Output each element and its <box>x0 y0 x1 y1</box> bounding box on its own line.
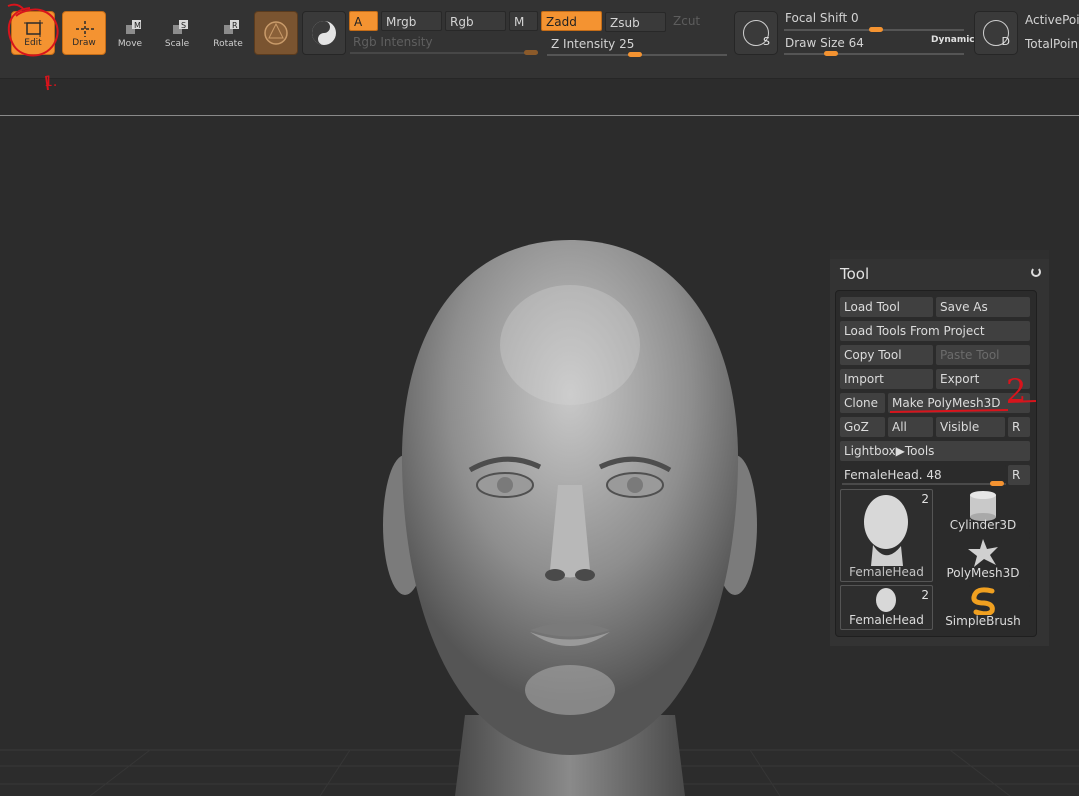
zadd-button[interactable]: Zadd <box>541 11 602 31</box>
active-points-label: ActivePoin <box>1025 13 1079 27</box>
draw-button[interactable]: Draw <box>62 11 106 55</box>
z-intensity-knob[interactable] <box>628 52 642 57</box>
import-button[interactable]: Import <box>840 369 933 389</box>
palette-header-strip[interactable] <box>830 250 1049 259</box>
m-button[interactable]: M <box>509 11 538 31</box>
draw-size-value: 64 <box>848 36 864 50</box>
thumb-label: SimpleBrush <box>945 614 1021 628</box>
focal-shift-label: Focal Shift 0 <box>785 11 859 25</box>
goz-visible-button[interactable]: Visible <box>936 417 1005 437</box>
current-tool-r-button[interactable]: R <box>1008 465 1030 485</box>
rgb-button[interactable]: Rgb <box>445 11 506 31</box>
canvas-top-border <box>0 115 1079 116</box>
top-shelf: Edit Draw M Move S Scale R Rotate A Mrgb… <box>0 0 1079 79</box>
polymesh-star-icon <box>968 539 998 567</box>
simplebrush-icon <box>971 587 995 617</box>
delete-button[interactable]: D <box>974 11 1018 55</box>
z-intensity-value: 25 <box>619 37 635 51</box>
current-tool-value: 48 <box>926 468 942 482</box>
delete-letter: D <box>1001 35 1010 48</box>
rotate-button[interactable]: R Rotate <box>206 11 250 55</box>
thumb-count: 2 <box>921 588 929 602</box>
tool-thumb-simplebrush[interactable]: SimpleBrush <box>936 585 1030 630</box>
tool-palette-body: Load Tool Save As Load Tools From Projec… <box>835 290 1037 637</box>
clone-button[interactable]: Clone <box>840 393 885 413</box>
svg-text:S: S <box>181 21 186 30</box>
mrgb-button[interactable]: Mrgb <box>381 11 442 31</box>
dynamic-toggle[interactable]: Dynamic <box>931 35 975 45</box>
female-head-model[interactable] <box>380 235 760 796</box>
tool-palette: Tool Load Tool Save As Load Tools From P… <box>830 250 1049 646</box>
move-icon: M <box>126 20 141 34</box>
load-tools-from-project-button[interactable]: Load Tools From Project <box>840 321 1030 341</box>
texture-yin-yang-icon <box>312 21 336 45</box>
make-polymesh3d-button[interactable]: Make PolyMesh3D <box>888 393 1030 413</box>
current-tool-label: FemaleHead. <box>844 468 923 482</box>
thumb-label: FemaleHead <box>849 613 924 627</box>
femalehead-thumbnail-icon <box>864 495 908 566</box>
texture-button[interactable] <box>302 11 346 55</box>
focal-shift-knob[interactable] <box>869 27 883 32</box>
total-points-label: TotalPoin <box>1025 37 1079 51</box>
edit-icon <box>24 20 43 37</box>
draw-size-label: Draw Size 64 <box>785 36 864 50</box>
scale-icon: S <box>173 20 188 34</box>
export-button[interactable]: Export <box>936 369 1030 389</box>
rgb-intensity-slider[interactable] <box>350 52 538 54</box>
focal-shift-value: 0 <box>851 11 859 25</box>
cylinder-icon <box>970 491 996 521</box>
rgb-intensity-label: Rgb Intensity <box>353 35 433 49</box>
draw-size-knob[interactable] <box>824 51 838 56</box>
paste-tool-button[interactable]: Paste Tool <box>936 345 1030 365</box>
copy-tool-button[interactable]: Copy Tool <box>840 345 933 365</box>
current-tool-slider[interactable]: FemaleHead. 48 <box>840 465 1006 485</box>
edit-button[interactable]: Edit <box>11 11 55 55</box>
rotate-icon: R <box>224 20 239 34</box>
goz-r-button[interactable]: R <box>1008 417 1030 437</box>
scale-button[interactable]: S Scale <box>155 11 199 55</box>
current-tool-track <box>842 483 1006 485</box>
rotate-label: Rotate <box>213 39 243 49</box>
thumb-count: 2 <box>921 492 929 506</box>
load-tool-button[interactable]: Load Tool <box>840 297 933 317</box>
femalehead-small-thumbnail-icon <box>876 588 896 612</box>
svg-text:R: R <box>232 21 238 30</box>
z-intensity-label: Z Intensity 25 <box>551 37 635 51</box>
tool-thumb-femalehead[interactable]: 2 FemaleHead <box>840 489 933 582</box>
material-sphere-icon <box>264 21 288 45</box>
goz-all-button[interactable]: All <box>888 417 933 437</box>
draw-label: Draw <box>72 38 96 48</box>
zcut-button[interactable]: Zcut <box>669 11 730 31</box>
save-as-button[interactable]: Save As <box>936 297 1030 317</box>
lightbox-tools-button[interactable]: Lightbox▶Tools <box>840 441 1030 461</box>
rgb-intensity-knob[interactable] <box>524 50 538 55</box>
material-button[interactable] <box>254 11 298 55</box>
tool-thumb-polymesh3d[interactable]: PolyMesh3D <box>936 537 1030 582</box>
refresh-icon[interactable] <box>1031 267 1041 277</box>
a-button[interactable]: A <box>349 11 378 31</box>
current-tool-knob[interactable] <box>990 481 1004 486</box>
tool-thumb-femalehead-small[interactable]: 2 FemaleHead <box>840 585 933 630</box>
edit-label: Edit <box>24 38 42 48</box>
thumb-label: FemaleHead <box>849 565 924 579</box>
stroke-button[interactable]: S <box>734 11 778 55</box>
tool-thumb-cylinder3d[interactable]: Cylinder3D <box>936 489 1030 534</box>
thumb-label: Cylinder3D <box>949 518 1017 532</box>
goz-button[interactable]: GoZ <box>840 417 885 437</box>
palette-title: Tool <box>840 265 870 283</box>
zsub-button[interactable]: Zsub <box>605 12 666 32</box>
move-label: Move <box>117 39 143 49</box>
scale-label: Scale <box>164 39 190 49</box>
move-button[interactable]: M Move <box>108 11 152 55</box>
draw-icon <box>76 21 94 37</box>
thumb-label: PolyMesh3D <box>946 566 1020 580</box>
svg-text:M: M <box>134 21 141 30</box>
stroke-letter: S <box>763 35 770 48</box>
draw-size-slider[interactable] <box>784 53 964 55</box>
